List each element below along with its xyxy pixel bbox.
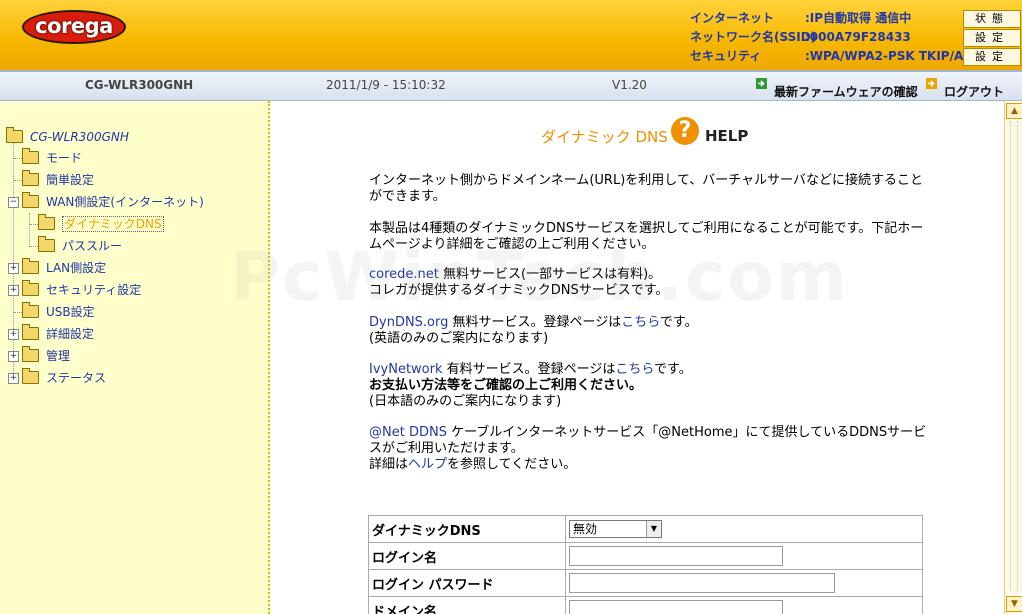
status-label: セキュリティ (690, 49, 762, 63)
folder-icon (22, 368, 39, 384)
dyndns-link[interactable]: DynDNS.org (369, 315, 448, 330)
top-header: corega インターネット :IP自動取得 通信中 状態 ネットワーク名(SS… (0, 0, 1022, 70)
ssid-settings-button[interactable]: 設定 (963, 29, 1021, 47)
service-atnet: @Net DDNS ケーブルインターネットサービス「@NetHome」にて提供し… (369, 425, 927, 472)
description-text: 本製品は4種類のダイナミックDNSサービスを選択してご利用になることが可能です。… (369, 221, 924, 252)
status-label: インターネット (690, 11, 775, 25)
folder-icon (22, 302, 39, 318)
nav-item-passthrough[interactable]: パススルー (38, 236, 122, 255)
form-row: ログイン パスワード (368, 569, 923, 597)
folder-open-icon (22, 192, 39, 208)
service-ivynetwork: IvyNetwork 有料サービス。登録ページはこちらです。 お支払い方法等をご… (369, 362, 692, 409)
model-name: CG-WLR300GNH (85, 78, 194, 92)
service-corede: corede.net 無料サービス(一部サービスは有料)。 コレガが提供するダイ… (369, 267, 669, 298)
help-link[interactable]: ヘルプ (408, 457, 447, 472)
logout-label: ログアウト (944, 85, 1005, 99)
form-row: ダイナミックDNS 無効 ▼ (368, 515, 923, 543)
security-settings-button[interactable]: 設定 (963, 48, 1021, 66)
atnet-link[interactable]: @Net DDNS (369, 425, 447, 440)
nav-item-usb[interactable]: USB設定 (22, 302, 95, 321)
info-bar: CG-WLR300GNH 2011/1/9 - 15:10:32 V1.20 最… (0, 70, 1022, 101)
folder-open-icon (6, 127, 23, 143)
scroll-track[interactable] (1010, 121, 1018, 591)
login-label: ログイン名 (368, 542, 566, 570)
folder-icon (22, 280, 39, 296)
form-row: ログイン名 (368, 542, 923, 570)
expand-icon[interactable]: + (8, 329, 19, 340)
form-row: ドメイン名 (368, 596, 923, 614)
collapse-icon[interactable]: − (8, 197, 19, 208)
nav-item-mode[interactable]: モード (22, 148, 82, 167)
dyndns-register-link[interactable]: こちら (621, 315, 660, 330)
nav-tree: CG-WLR300GNH モード 簡単設定 − WAN側設定(インターネット) … (0, 101, 270, 614)
expand-icon[interactable]: + (8, 351, 19, 362)
password-input[interactable] (569, 573, 835, 593)
status-value: :000A79F28433 (805, 30, 911, 44)
tree-root[interactable]: CG-WLR300GNH (6, 127, 129, 146)
nav-item-dynamic-dns[interactable]: ダイナミックDNS (38, 214, 164, 233)
expand-icon[interactable]: + (8, 373, 19, 384)
corede-link[interactable]: corede.net (369, 267, 439, 282)
login-input[interactable] (569, 546, 783, 566)
folder-icon (22, 346, 39, 362)
green-arrow-icon (756, 78, 767, 89)
domain-label: ドメイン名 (368, 596, 566, 614)
nav-item-admin[interactable]: 管理 (22, 346, 70, 365)
nav-item-easy-setup[interactable]: 簡単設定 (22, 170, 94, 189)
ddns-select[interactable]: 無効 ▼ (569, 520, 662, 538)
folder-icon (38, 214, 55, 230)
ivy-register-link[interactable]: こちら (615, 362, 654, 377)
logout-link[interactable]: ログアウト (926, 77, 1004, 99)
ivynetwork-link[interactable]: IvyNetwork (369, 362, 443, 377)
expand-icon[interactable]: + (8, 285, 19, 296)
chevron-down-icon[interactable]: ▼ (646, 521, 661, 537)
scrollbar[interactable]: ▲ ▼ (1004, 101, 1022, 614)
folder-icon (22, 148, 39, 164)
password-label: ログイン パスワード (368, 569, 566, 597)
nav-item-advanced[interactable]: 詳細設定 (22, 324, 94, 343)
orange-arrow-icon (926, 78, 937, 89)
help-icon[interactable]: ? (671, 117, 699, 145)
logo-text: corega (35, 14, 113, 38)
expand-icon[interactable]: + (8, 263, 19, 274)
main-content: ダイナミック DNS ? HELP インターネット側からドメインネーム(URL)… (271, 101, 1003, 614)
intro-text: インターネット側からドメインネーム(URL)を利用して、バーチャルサーバなどに接… (369, 173, 923, 204)
scroll-up-icon[interactable]: ▲ (1006, 103, 1022, 119)
domain-input[interactable] (569, 600, 783, 614)
firmware-check-link[interactable]: 最新ファームウェアの確認 (756, 77, 918, 99)
service-dyndns: DynDNS.org 無料サービス。登録ページはこちらです。 (英語のみのご案内… (369, 315, 698, 346)
page-title: ダイナミック DNS (541, 128, 668, 146)
ddns-form: ダイナミックDNS 無効 ▼ ログイン名 ログイン パスワード ドメイン名 (368, 515, 923, 614)
folder-icon (22, 258, 39, 274)
folder-icon (22, 324, 39, 340)
nav-item-wan[interactable]: WAN側設定(インターネット) (22, 192, 204, 211)
status-value: :WPA/WPA2-PSK TKIP/AES (805, 49, 965, 63)
ddns-label: ダイナミックDNS (368, 515, 566, 543)
status-label: ネットワーク名(SSID) (690, 30, 817, 44)
corega-logo: corega (22, 10, 126, 44)
status-button[interactable]: 状態 (963, 10, 1021, 28)
scroll-down-icon[interactable]: ▼ (1006, 596, 1022, 612)
nav-item-lan[interactable]: LAN側設定 (22, 258, 106, 277)
firmware-link-label: 最新ファームウェアの確認 (774, 85, 918, 99)
help-label[interactable]: HELP (705, 127, 748, 145)
folder-icon (38, 236, 55, 252)
datetime: 2011/1/9 - 15:10:32 (326, 78, 446, 92)
folder-icon (22, 170, 39, 186)
nav-item-security[interactable]: セキュリティ設定 (22, 280, 141, 299)
nav-item-status[interactable]: ステータス (22, 368, 106, 387)
firmware-version: V1.20 (612, 78, 647, 92)
status-value: :IP自動取得 通信中 (805, 11, 912, 25)
